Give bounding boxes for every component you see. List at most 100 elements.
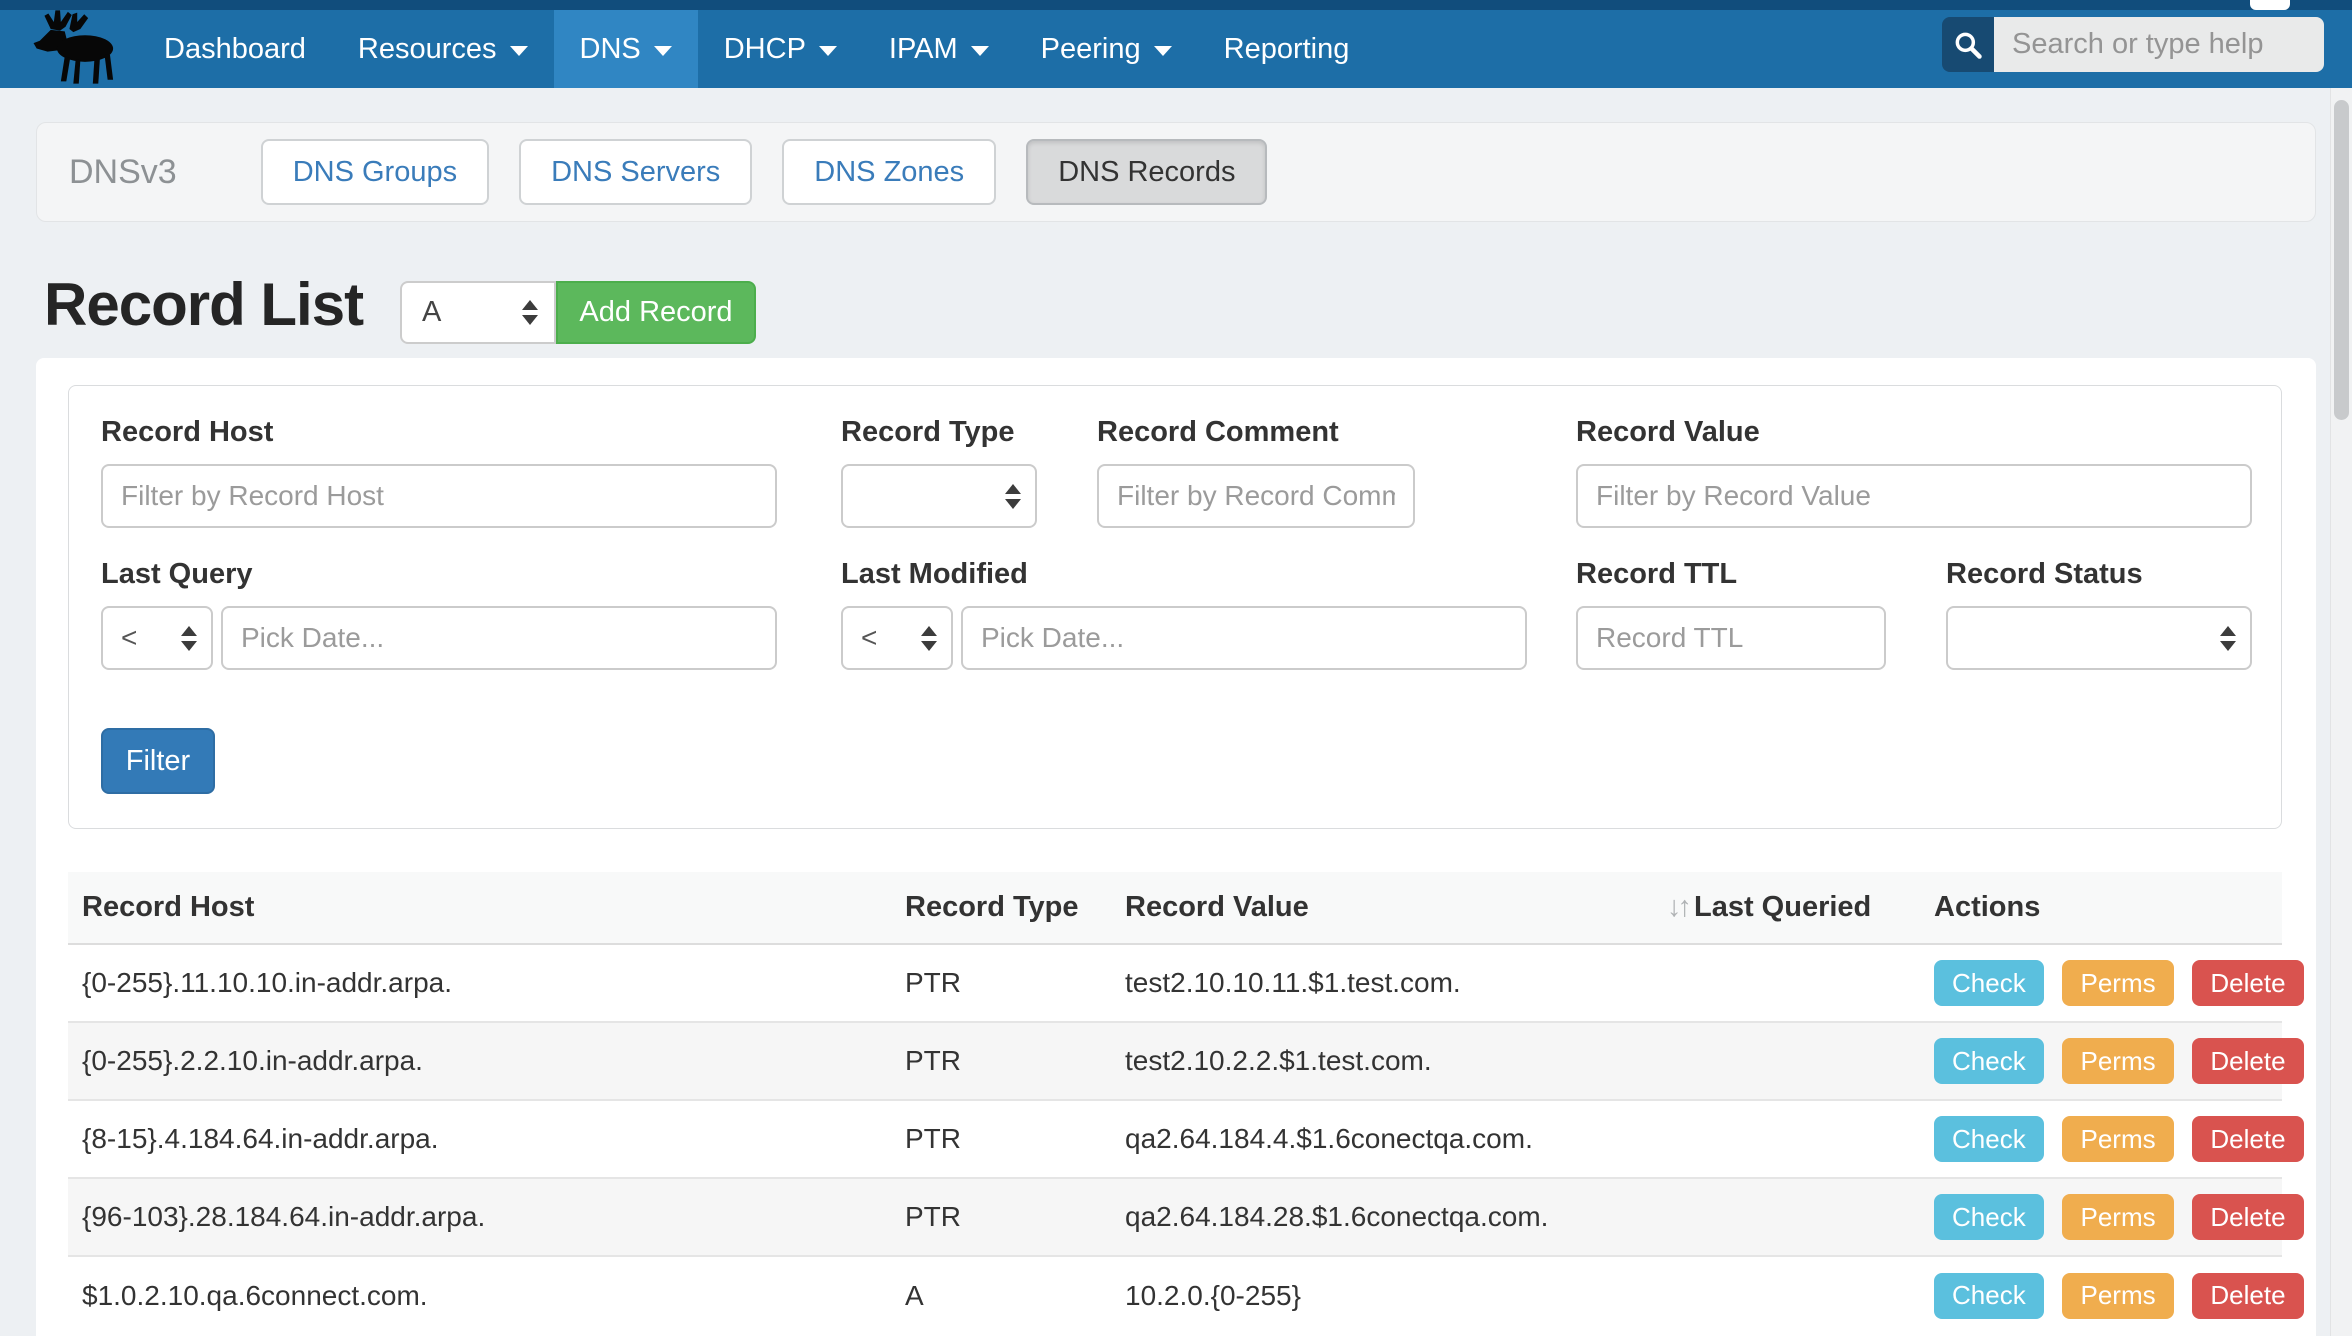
record-ttl-label: Record TTL	[1576, 558, 1737, 591]
dns-records-page: Dashboard Resources DNS DHCP IPAM Peerin…	[0, 0, 2352, 1336]
filter-button[interactable]: Filter	[101, 728, 215, 794]
actions-cell: Check Perms Delete	[1920, 1022, 2282, 1100]
last-query-operator-select[interactable]: <	[101, 606, 213, 670]
nav-item-dhcp[interactable]: DHCP	[698, 10, 863, 88]
col-last-queried[interactable]: ↓↑Last Queried	[1653, 872, 1920, 944]
nav-menu: Dashboard Resources DNS DHCP IPAM Peerin…	[138, 10, 1375, 88]
navbar-top-strip	[0, 0, 2352, 10]
nav-item-label: DHCP	[724, 33, 806, 66]
record-host-cell: $1.0.2.10.qa.6connect.com.	[68, 1256, 891, 1334]
chevron-down-icon	[654, 46, 672, 56]
record-comment-label: Record Comment	[1097, 416, 1339, 449]
record-value-filter-input[interactable]	[1576, 464, 2252, 528]
record-value-cell: qa2.64.184.4.$1.6conectqa.com.	[1111, 1100, 1653, 1178]
perms-button[interactable]: Perms	[2062, 1194, 2173, 1240]
table-row: {0-255}.11.10.10.in-addr.arpa. PTR test2…	[68, 944, 2282, 1022]
delete-button[interactable]: Delete	[2192, 1116, 2303, 1162]
page-scrollbar[interactable]	[2330, 88, 2352, 1336]
select-stepper-icon	[921, 626, 937, 651]
delete-button[interactable]: Delete	[2192, 1038, 2303, 1084]
record-host-cell: {0-255}.2.2.10.in-addr.arpa.	[68, 1022, 891, 1100]
nav-item-reporting[interactable]: Reporting	[1198, 10, 1376, 88]
col-record-type: Record Type	[891, 872, 1111, 944]
col-record-value: Record Value	[1111, 872, 1653, 944]
last-queried-cell	[1653, 1100, 1920, 1178]
record-value-cell: test2.10.2.2.$1.test.com.	[1111, 1022, 1653, 1100]
record-type-add-select[interactable]: A	[400, 281, 556, 344]
record-type-cell: PTR	[891, 944, 1111, 1022]
select-stepper-icon	[522, 300, 538, 325]
record-type-filter-select[interactable]	[841, 464, 1037, 528]
sort-icon[interactable]: ↓↑	[1667, 891, 1688, 923]
nav-item-dashboard[interactable]: Dashboard	[138, 10, 332, 88]
tab-dns-groups[interactable]: DNS Groups	[261, 139, 489, 205]
last-query-date-input[interactable]	[221, 606, 777, 670]
record-host-filter-input[interactable]	[101, 464, 777, 528]
actions-cell: Check Perms Delete	[1920, 1256, 2282, 1334]
last-query-operator-value: <	[121, 622, 137, 654]
moose-logo-icon[interactable]	[26, 8, 130, 86]
chevron-down-icon	[971, 46, 989, 56]
records-table-body: {0-255}.11.10.10.in-addr.arpa. PTR test2…	[68, 944, 2282, 1334]
content-panel: Record Host Record Type Record Comment R…	[36, 358, 2316, 1336]
record-type-label: Record Type	[841, 416, 1015, 449]
perms-button[interactable]: Perms	[2062, 1116, 2173, 1162]
search-input[interactable]	[1994, 17, 2324, 72]
tab-dns-records[interactable]: DNS Records	[1026, 139, 1267, 205]
last-modified-date-input[interactable]	[961, 606, 1527, 670]
nav-item-label: DNS	[580, 33, 641, 66]
nav-item-label: Reporting	[1224, 33, 1350, 66]
top-edge-nub	[2250, 0, 2290, 10]
actions-cell: Check Perms Delete	[1920, 944, 2282, 1022]
chevron-down-icon	[510, 46, 528, 56]
chevron-down-icon	[819, 46, 837, 56]
add-record-button[interactable]: Add Record	[556, 281, 756, 344]
record-type-add-select-value: A	[422, 296, 441, 329]
filter-card: Record Host Record Type Record Comment R…	[68, 385, 2282, 829]
nav-item-peering[interactable]: Peering	[1015, 10, 1198, 88]
select-stepper-icon	[181, 626, 197, 651]
record-type-cell: PTR	[891, 1178, 1111, 1256]
perms-button[interactable]: Perms	[2062, 1038, 2173, 1084]
perms-button[interactable]: Perms	[2062, 960, 2173, 1006]
actions-cell: Check Perms Delete	[1920, 1178, 2282, 1256]
last-modified-label: Last Modified	[841, 558, 1028, 591]
record-host-cell: {8-15}.4.184.64.in-addr.arpa.	[68, 1100, 891, 1178]
delete-button[interactable]: Delete	[2192, 1273, 2303, 1319]
last-modified-operator-select[interactable]: <	[841, 606, 953, 670]
record-value-label: Record Value	[1576, 416, 1760, 449]
check-button[interactable]: Check	[1934, 1273, 2044, 1319]
table-row: {0-255}.2.2.10.in-addr.arpa. PTR test2.1…	[68, 1022, 2282, 1100]
last-queried-cell	[1653, 944, 1920, 1022]
subnav-tabs: DNS Groups DNS Servers DNS Zones DNS Record…	[261, 139, 1268, 205]
nav-item-label: Dashboard	[164, 33, 306, 66]
actions-cell: Check Perms Delete	[1920, 1100, 2282, 1178]
chevron-down-icon	[1154, 46, 1172, 56]
last-queried-cell	[1653, 1022, 1920, 1100]
dnsv3-subnav: DNSv3 DNS GroupsDNS ServersDNS ZonesDNS …	[36, 122, 2316, 222]
nav-item-resources[interactable]: Resources	[332, 10, 554, 88]
nav-item-dns[interactable]: DNS	[554, 10, 698, 88]
scrollbar-thumb[interactable]	[2334, 100, 2349, 420]
table-row: {96-103}.28.184.64.in-addr.arpa. PTR qa2…	[68, 1178, 2282, 1256]
search-icon[interactable]	[1942, 17, 1994, 72]
record-comment-filter-input[interactable]	[1097, 464, 1415, 528]
delete-button[interactable]: Delete	[2192, 1194, 2303, 1240]
check-button[interactable]: Check	[1934, 1194, 2044, 1240]
record-host-label: Record Host	[101, 416, 273, 449]
nav-item-ipam[interactable]: IPAM	[863, 10, 1015, 88]
check-button[interactable]: Check	[1934, 1116, 2044, 1162]
tab-dns-zones[interactable]: DNS Zones	[782, 139, 996, 205]
top-navbar: Dashboard Resources DNS DHCP IPAM Peerin…	[0, 0, 2352, 88]
perms-button[interactable]: Perms	[2062, 1273, 2173, 1319]
check-button[interactable]: Check	[1934, 1038, 2044, 1084]
record-status-filter-select[interactable]	[1946, 606, 2252, 670]
record-type-cell: A	[891, 1256, 1111, 1334]
record-value-cell: 10.2.0.{0-255}	[1111, 1256, 1653, 1334]
page-title: Record List	[44, 270, 363, 339]
tab-dns-servers[interactable]: DNS Servers	[519, 139, 752, 205]
nav-item-label: Peering	[1041, 33, 1141, 66]
delete-button[interactable]: Delete	[2192, 960, 2303, 1006]
check-button[interactable]: Check	[1934, 960, 2044, 1006]
record-ttl-filter-input[interactable]	[1576, 606, 1886, 670]
